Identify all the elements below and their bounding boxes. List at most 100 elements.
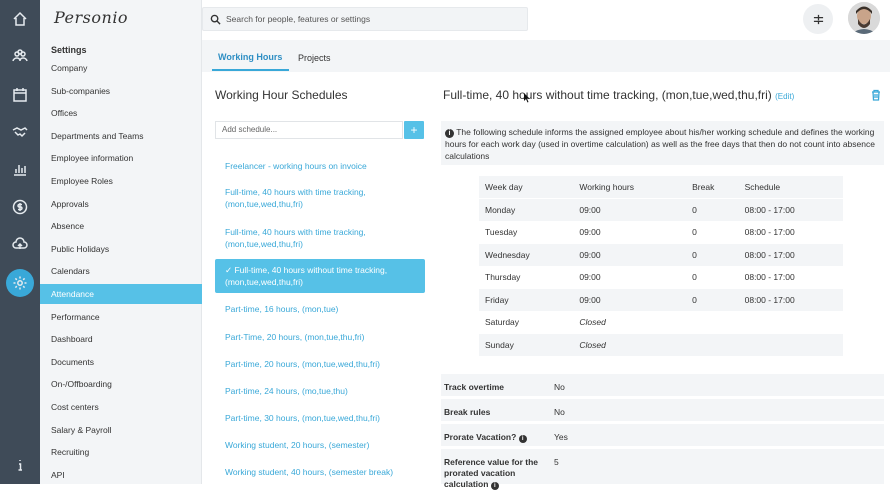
schedule-item[interactable]: Part-time, 30 hours, (mon,tue,wed,thu,fr… <box>215 412 425 424</box>
table-row: Monday 09:00 0 08:00 - 17:00 <box>479 198 843 222</box>
home-icon[interactable] <box>0 4 40 34</box>
schedule-item[interactable]: ✓ Full-time, 40 hours without time track… <box>215 259 425 293</box>
trash-icon <box>872 89 880 101</box>
sidebar-item-employee-information[interactable]: Employee information <box>40 148 202 168</box>
schedule-item[interactable]: Part-time, 20 hours, (mon,tue,wed,thu,fr… <box>215 358 425 370</box>
cell-day: Friday <box>479 288 574 312</box>
search-input[interactable]: Search for people, features or settings <box>202 7 528 31</box>
mouse-cursor-icon <box>524 93 530 103</box>
info-circle-icon: i <box>445 129 454 138</box>
sidebar-item-api[interactable]: API <box>40 465 202 485</box>
property-value: Yes <box>554 432 568 442</box>
sidebar-item-dashboard[interactable]: Dashboard <box>40 329 202 349</box>
search-placeholder: Search for people, features or settings <box>226 14 371 24</box>
sidebar-item-performance[interactable]: Performance <box>40 307 202 327</box>
cell-schedule <box>738 333 843 357</box>
cell-day: Wednesday <box>479 243 574 267</box>
tab-projects[interactable]: Projects <box>298 53 331 63</box>
property-key: Reference value for the prorated vacatio… <box>444 457 539 490</box>
gear-icon[interactable] <box>0 268 40 298</box>
table-row: Wednesday 09:00 0 08:00 - 17:00 <box>479 243 843 267</box>
cell-break: 0 <box>686 266 739 289</box>
schedule-detail-title: Full-time, 40 hours without time trackin… <box>443 88 794 102</box>
schedule-item[interactable]: Part-time, 16 hours, (mon,tue) <box>215 303 425 315</box>
sidebar-item-absence[interactable]: Absence <box>40 216 202 236</box>
table-row: Tuesday 09:00 0 08:00 - 17:00 <box>479 221 843 244</box>
schedule-item[interactable]: Part-Time, 20 hours, (mon,tue,thu,fri) <box>215 331 425 343</box>
settings-heading: Settings <box>51 45 87 55</box>
filter-toggle-button[interactable] <box>803 4 833 34</box>
dollar-icon[interactable] <box>0 192 40 222</box>
sidebar-item-company[interactable]: Company <box>40 58 202 78</box>
cell-break: 0 <box>686 243 739 267</box>
sliders-icon <box>813 14 823 24</box>
info-box: i The following schedule informs the ass… <box>441 121 884 165</box>
property-value: No <box>554 407 565 417</box>
cell-hours: Closed <box>573 333 687 357</box>
sidebar-item-sub-companies[interactable]: Sub-companies <box>40 81 202 101</box>
sidebar-item-calendars[interactable]: Calendars <box>40 261 202 281</box>
delete-button[interactable] <box>870 89 882 101</box>
info-icon[interactable] <box>0 450 40 480</box>
table-row: Saturday Closed <box>479 311 843 334</box>
table-row: Sunday Closed <box>479 333 843 357</box>
calendar-icon[interactable] <box>0 80 40 110</box>
tab-working-hours[interactable]: Working Hours <box>218 52 282 62</box>
property-row: Break rules No <box>441 399 884 421</box>
cell-break <box>686 333 739 357</box>
handshake-icon[interactable] <box>0 117 40 147</box>
cell-day: Saturday <box>479 311 574 334</box>
personio-logo[interactable]: Personio <box>54 8 128 27</box>
cell-day: Sunday <box>479 333 574 357</box>
cell-hours: 09:00 <box>573 221 687 244</box>
schedule-item[interactable]: Freelancer - working hours on invoice <box>215 160 425 172</box>
user-avatar[interactable] <box>848 2 880 34</box>
table-row: Friday 09:00 0 08:00 - 17:00 <box>479 288 843 312</box>
cell-hours: 09:00 <box>573 288 687 312</box>
cloud-upload-icon[interactable] <box>0 229 40 259</box>
sidebar-item-public-holidays[interactable]: Public Holidays <box>40 239 202 259</box>
sidebar-item-offices[interactable]: Offices <box>40 103 202 123</box>
cell-break: 0 <box>686 221 739 244</box>
schedule-item[interactable]: Part-time, 24 hours, (mo,tue,thu) <box>215 385 425 397</box>
sidebar-item-documents[interactable]: Documents <box>40 352 202 372</box>
column-header: Working hours <box>573 176 687 199</box>
column-header: Week day <box>479 176 574 199</box>
column-header: Schedule <box>738 176 843 199</box>
info-text: The following schedule informs the assig… <box>445 127 875 161</box>
cell-break <box>686 311 739 334</box>
column-header: Break <box>686 176 739 199</box>
people-icon[interactable] <box>0 41 40 71</box>
cell-schedule: 08:00 - 17:00 <box>738 198 843 222</box>
sidebar-item-on-offboarding[interactable]: On-/Offboarding <box>40 374 202 394</box>
sidebar-item-cost-centers[interactable]: Cost centers <box>40 397 202 417</box>
schedule-name: Full-time, 40 hours without time trackin… <box>443 88 772 102</box>
sidebar-item-departments-and-teams[interactable]: Departments and Teams <box>40 126 202 146</box>
info-circle-icon[interactable]: i <box>490 482 499 490</box>
add-schedule-input[interactable]: Add schedule... <box>215 121 403 139</box>
property-key: Track overtime <box>444 382 505 392</box>
edit-link[interactable]: (Edit) <box>775 92 794 101</box>
chart-icon[interactable] <box>0 154 40 184</box>
schedule-item[interactable]: Full-time, 40 hours with time tracking, … <box>215 226 425 250</box>
cell-schedule: 08:00 - 17:00 <box>738 266 843 289</box>
table-row: Thursday 09:00 0 08:00 - 17:00 <box>479 266 843 289</box>
cell-break: 0 <box>686 288 739 312</box>
info-circle-icon[interactable]: i <box>518 435 527 443</box>
sidebar-item-salary-payroll[interactable]: Salary & Payroll <box>40 420 202 440</box>
tab-bar: Working Hours Projects <box>202 40 890 72</box>
sidebar-item-approvals[interactable]: Approvals <box>40 194 202 214</box>
cell-hours: 09:00 <box>573 266 687 289</box>
add-schedule-button[interactable]: + <box>404 121 424 139</box>
property-key: Break rules <box>444 407 491 417</box>
cell-break: 0 <box>686 198 739 222</box>
schedule-item[interactable]: Working student, 20 hours, (semester) <box>215 439 425 451</box>
icon-bar <box>0 0 40 484</box>
schedule-item[interactable]: Working student, 40 hours, (semester bre… <box>215 466 425 478</box>
sidebar-item-attendance[interactable]: Attendance <box>40 284 202 304</box>
sidebar-item-employee-roles[interactable]: Employee Roles <box>40 171 202 191</box>
sidebar-item-recruiting[interactable]: Recruiting <box>40 442 202 462</box>
schedule-item[interactable]: Full-time, 40 hours with time tracking, … <box>215 186 425 210</box>
cell-schedule: 08:00 - 17:00 <box>738 288 843 312</box>
working-hours-table: Week day Working hours Break Schedule Monda… <box>479 176 843 357</box>
